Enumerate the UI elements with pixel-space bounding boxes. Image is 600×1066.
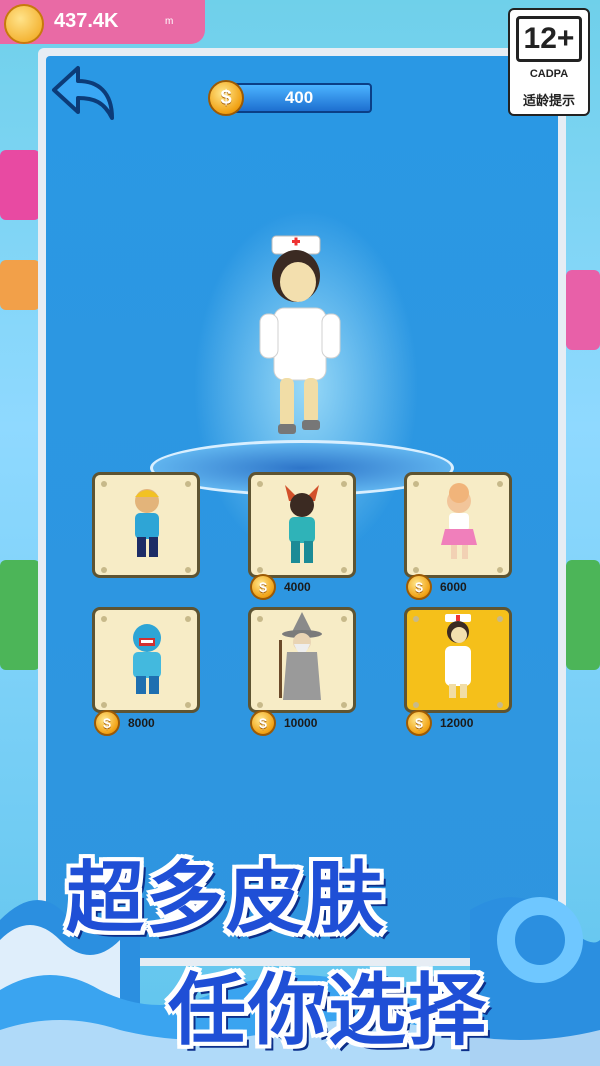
coin-icon: $	[208, 80, 244, 116]
card-rivet	[341, 567, 347, 573]
price-amount: 4000	[284, 580, 311, 594]
bg-decoration	[566, 270, 600, 350]
skin-figure-monster	[133, 624, 161, 694]
preview-character-nurse	[259, 235, 341, 434]
card-rivet	[185, 567, 191, 573]
card-rivet	[101, 481, 107, 487]
card-rivet	[257, 702, 263, 708]
card-rivet	[185, 702, 191, 708]
score-value: 437.4K	[54, 10, 119, 32]
promo-line-1: 超多皮肤	[66, 854, 387, 942]
skin-figure-nurse	[445, 614, 471, 698]
coin-icon: $	[250, 574, 276, 600]
card-rivet	[341, 616, 347, 622]
coin-icon: $	[406, 574, 432, 600]
card-rivet	[497, 481, 503, 487]
age-rating-org: CADPA	[529, 68, 569, 80]
age-rating-badge: 12+ CADPA 适龄提示	[508, 8, 590, 116]
bg-decoration	[566, 560, 600, 670]
card-rivet	[257, 616, 263, 622]
card-rivet	[341, 702, 347, 708]
score-suffix: m	[165, 16, 174, 27]
coin-balance-value: 400	[284, 88, 314, 107]
price-amount: 10000	[284, 716, 318, 730]
card-rivet	[341, 481, 347, 487]
card-rivet	[413, 567, 419, 573]
card-rivet	[497, 567, 503, 573]
age-rating-label: 12+	[516, 16, 582, 62]
price-amount: 6000	[440, 580, 467, 594]
coin-balance: 400 $	[208, 80, 372, 116]
bg-decoration	[0, 150, 40, 220]
card-rivet	[101, 702, 107, 708]
skin-card-dancer[interactable]	[404, 472, 512, 578]
score-bar: 437.4K m	[0, 0, 205, 44]
card-rivet	[101, 616, 107, 622]
card-rivet	[101, 567, 107, 573]
card-rivet	[497, 702, 503, 708]
score-coin-icon	[4, 4, 44, 44]
promo-line-2: 任你选择	[168, 966, 489, 1054]
price-amount: 8000	[128, 716, 155, 730]
skin-card-monster[interactable]	[92, 607, 200, 713]
skin-card-warrior[interactable]	[248, 472, 356, 578]
skin-card-basic[interactable]	[92, 472, 200, 578]
card-rivet	[413, 702, 419, 708]
card-rivet	[497, 616, 503, 622]
card-rivet	[413, 481, 419, 487]
card-rivet	[257, 481, 263, 487]
card-rivet	[413, 616, 419, 622]
skin-figure-dancer	[441, 483, 477, 559]
skin-figure-wizard	[279, 612, 322, 700]
card-rivet	[257, 567, 263, 573]
coin-icon: $	[94, 710, 120, 736]
skin-figure-warrior	[285, 485, 319, 563]
skin-card-nurse[interactable]	[404, 607, 512, 713]
back-arrow-icon	[52, 66, 114, 120]
skin-card-wizard[interactable]	[248, 607, 356, 713]
skin-figure-boy	[135, 489, 159, 557]
card-rivet	[185, 481, 191, 487]
bg-decoration	[0, 260, 40, 310]
coin-icon: $	[406, 710, 432, 736]
price-amount: 12000	[440, 716, 474, 730]
coin-icon: $	[250, 710, 276, 736]
bg-decoration	[0, 560, 40, 670]
age-rating-tip: 适龄提示	[522, 93, 575, 108]
card-rivet	[185, 616, 191, 622]
back-button[interactable]	[50, 64, 116, 124]
